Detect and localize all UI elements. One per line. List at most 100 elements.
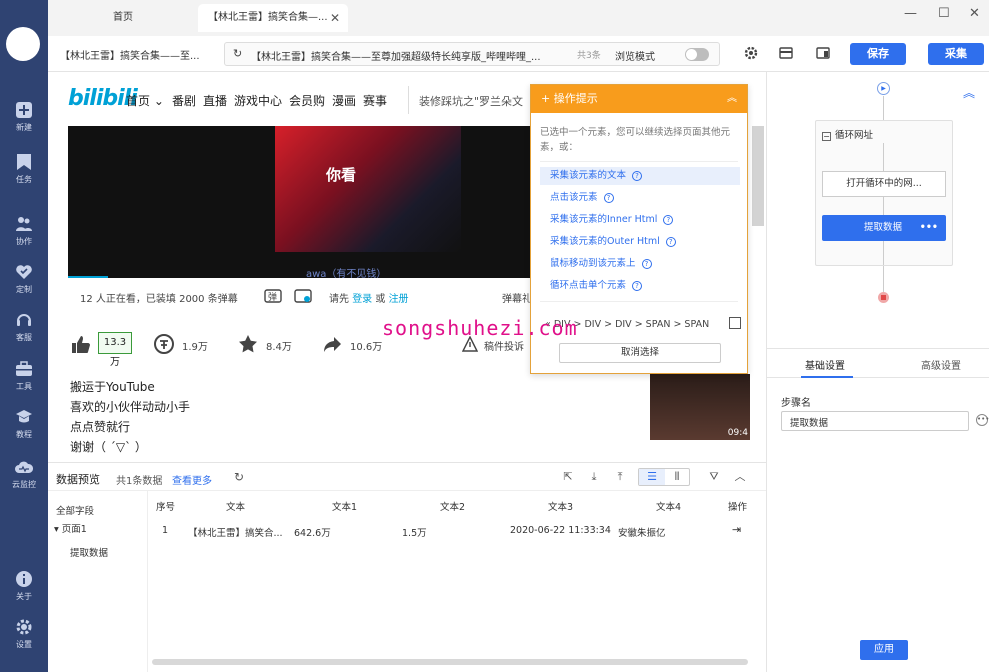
nav-manga[interactable]: 漫画 xyxy=(332,92,356,109)
report-label: 稿件投诉 xyxy=(484,342,524,353)
nav-home[interactable]: 首页 ⌄ xyxy=(126,92,164,109)
browse-mode-toggle[interactable] xyxy=(685,48,709,61)
column-view-icon[interactable]: ⦀ xyxy=(665,469,689,485)
filter-icon[interactable]: ⛛ xyxy=(708,471,720,483)
window-close-icon[interactable]: ✕ xyxy=(969,6,980,21)
favorite-button[interactable]: 8.4万 xyxy=(238,334,308,354)
download-icon[interactable]: ⤓ xyxy=(588,471,600,483)
danmaku-toggle-icon[interactable]: 弹 xyxy=(264,288,282,304)
sidebar-item-tutorial[interactable]: 教程 xyxy=(0,400,48,448)
option-click-element[interactable]: 点击该元素? xyxy=(540,189,740,207)
more-options-icon[interactable]: ••• xyxy=(976,414,989,426)
cancel-selection-button[interactable]: 取消选择 xyxy=(559,343,721,363)
refresh-icon[interactable]: ↻ xyxy=(233,47,242,60)
horizontal-scrollbar[interactable] xyxy=(152,659,748,665)
video-duration: 09:4 xyxy=(727,428,748,438)
share-arrow-icon xyxy=(324,337,341,352)
option-mouse-hover[interactable]: 鼠标移动到该元素上? xyxy=(540,255,740,273)
collapse-up-icon[interactable]: ︽ xyxy=(963,84,975,101)
sidebar-item-tools[interactable]: 工具 xyxy=(0,352,48,400)
recommended-video-thumb[interactable]: 09:4 xyxy=(650,374,750,440)
option-collect-text[interactable]: 采集该元素的文本? xyxy=(540,167,740,185)
sidebar-item-custom[interactable]: 定制 xyxy=(0,255,48,303)
table-header: 文本3 xyxy=(548,502,574,513)
save-button[interactable]: 保存 xyxy=(850,43,906,65)
collect-button[interactable]: 采集 xyxy=(928,43,984,65)
tips-title-prefix: + xyxy=(541,92,554,105)
minimize-icon[interactable]: — xyxy=(904,6,917,21)
tab-advanced-settings[interactable]: 高级设置 xyxy=(921,357,961,372)
collapse-up-icon[interactable]: ︿ xyxy=(734,471,746,483)
step-name-input[interactable]: 提取数据 xyxy=(781,411,969,431)
row-action-icon[interactable]: ⇥ xyxy=(732,523,741,536)
tree-all-fields[interactable]: 全部字段 xyxy=(56,503,94,517)
like-button[interactable] xyxy=(70,334,100,354)
nav-game-center[interactable]: 游戏中心 xyxy=(234,92,282,109)
extract-data-step[interactable]: 提取数据 ••• xyxy=(822,215,946,241)
page-breadcrumb: 【林北王雷】搞笑合集——至... xyxy=(60,51,200,62)
external-link-icon[interactable] xyxy=(729,317,741,329)
end-node-icon[interactable] xyxy=(878,292,889,303)
help-icon: ? xyxy=(603,193,614,203)
view-more-link[interactable]: 查看更多 xyxy=(172,472,212,487)
register-link[interactable]: 注册 xyxy=(389,294,409,305)
heart-check-icon xyxy=(16,265,32,279)
view-toggle[interactable]: ☰ ⦀ xyxy=(638,468,690,486)
option-loop-click[interactable]: 循环点击单个元素? xyxy=(540,277,740,295)
table-cell: 1.5万 xyxy=(402,528,427,539)
tab-home[interactable]: 首页 xyxy=(98,4,148,32)
nav-anime[interactable]: 番剧 xyxy=(172,92,196,109)
tips-title: 操作提示 xyxy=(553,92,598,105)
export-icon[interactable]: ⇱ xyxy=(562,471,574,483)
option-collect-inner-html[interactable]: 采集该元素的Inner Html? xyxy=(540,211,740,229)
upload-icon[interactable]: ⤒ xyxy=(614,471,626,483)
danmaku-settings-icon[interactable] xyxy=(294,288,312,304)
close-icon[interactable]: ✕ xyxy=(330,4,340,32)
option-collect-outer-html[interactable]: 采集该元素的Outer Html? xyxy=(540,233,740,251)
description-line: 谢谢（ ´▽` ） xyxy=(70,440,147,454)
apply-button[interactable]: 应用 xyxy=(860,640,908,660)
coin-button[interactable]: 1.9万 xyxy=(154,334,224,354)
refresh-icon[interactable]: ↻ xyxy=(234,470,244,484)
tree-page-node[interactable]: ▾ 页面1 xyxy=(54,521,87,535)
window-layout-icon[interactable] xyxy=(816,46,830,60)
video-progress[interactable] xyxy=(68,276,108,278)
tree-step-node[interactable]: 提取数据 xyxy=(70,545,108,559)
nav-live[interactable]: 直播 xyxy=(203,92,227,109)
divider xyxy=(540,161,738,162)
card-view-icon[interactable] xyxy=(779,46,793,60)
nav-esports[interactable]: 赛事 xyxy=(363,92,387,109)
data-preview-panel: 数据预览 共1条数据 查看更多 ↻ ⇱ ⤓ ⤒ ☰ ⦀ ⛛ ︿ 全部字段 ▾ 页… xyxy=(48,462,766,672)
login-link[interactable]: 登录 xyxy=(352,294,372,305)
nav-member-shop[interactable]: 会员购 xyxy=(289,92,325,109)
sidebar-item-label: 关于 xyxy=(16,592,32,601)
loop-node[interactable]: − 循环网址 打开循环中的网... 提取数据 ••• xyxy=(815,120,953,266)
maximize-icon[interactable]: ☐ xyxy=(938,6,950,21)
video-caption: 你看 xyxy=(326,166,357,184)
sidebar-item-about[interactable]: 关于 xyxy=(0,562,48,610)
favorite-count: 8.4万 xyxy=(266,342,292,353)
sidebar-item-label: 工具 xyxy=(16,382,32,391)
sidebar-item-collab[interactable]: 协作 xyxy=(0,207,48,255)
danmaku-label: 弹幕礼 xyxy=(502,294,532,305)
address-bar[interactable]: ↻ 【林北王雷】搞笑合集——至尊加强超级特长纯享版_哔哩哔哩_... 共3条 浏… xyxy=(224,42,720,66)
sidebar-item-cloud[interactable]: 云监控 xyxy=(0,450,48,498)
page-scrollbar[interactable] xyxy=(752,126,764,226)
caret-down-icon: ▾ xyxy=(54,524,62,535)
collapse-chevron-icon[interactable]: ︽ xyxy=(727,85,737,113)
settings-gear-icon[interactable] xyxy=(744,46,758,60)
sidebar-item-tasks[interactable]: 任务 xyxy=(0,145,48,193)
url-text: 【林北王雷】搞笑合集——至尊加强超级特长纯享版_哔哩哔哩_... xyxy=(251,52,541,63)
sidebar-item-settings[interactable]: 设置 xyxy=(0,610,48,658)
more-options-icon[interactable]: ••• xyxy=(920,215,938,241)
avatar[interactable] xyxy=(6,27,40,61)
flow-connector xyxy=(883,143,884,171)
start-node-icon[interactable]: ▶ xyxy=(877,82,890,95)
tab-basic-settings[interactable]: 基础设置 xyxy=(805,357,845,372)
tab-current-page[interactable]: 【林北王雷】搞笑合集—... ✕ xyxy=(198,4,348,32)
open-url-step[interactable]: 打开循环中的网... xyxy=(822,171,946,197)
app-window: 新建 任务 协作 定制 客服 工具 教程 云监控 关于 设置 首页 【林北王雷】… xyxy=(0,0,989,672)
list-view-icon[interactable]: ☰ xyxy=(639,469,665,485)
sidebar-item-new[interactable]: 新建 xyxy=(0,93,48,141)
sidebar-item-support[interactable]: 客服 xyxy=(0,303,48,351)
